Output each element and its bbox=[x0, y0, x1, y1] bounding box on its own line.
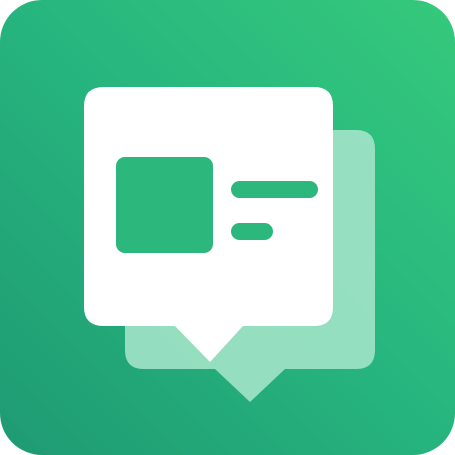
chat-message-icon bbox=[0, 0, 455, 455]
app-icon[interactable] bbox=[0, 0, 455, 455]
text-line-long bbox=[231, 181, 318, 198]
image-placeholder-icon bbox=[116, 157, 213, 253]
text-line-short bbox=[231, 223, 273, 240]
